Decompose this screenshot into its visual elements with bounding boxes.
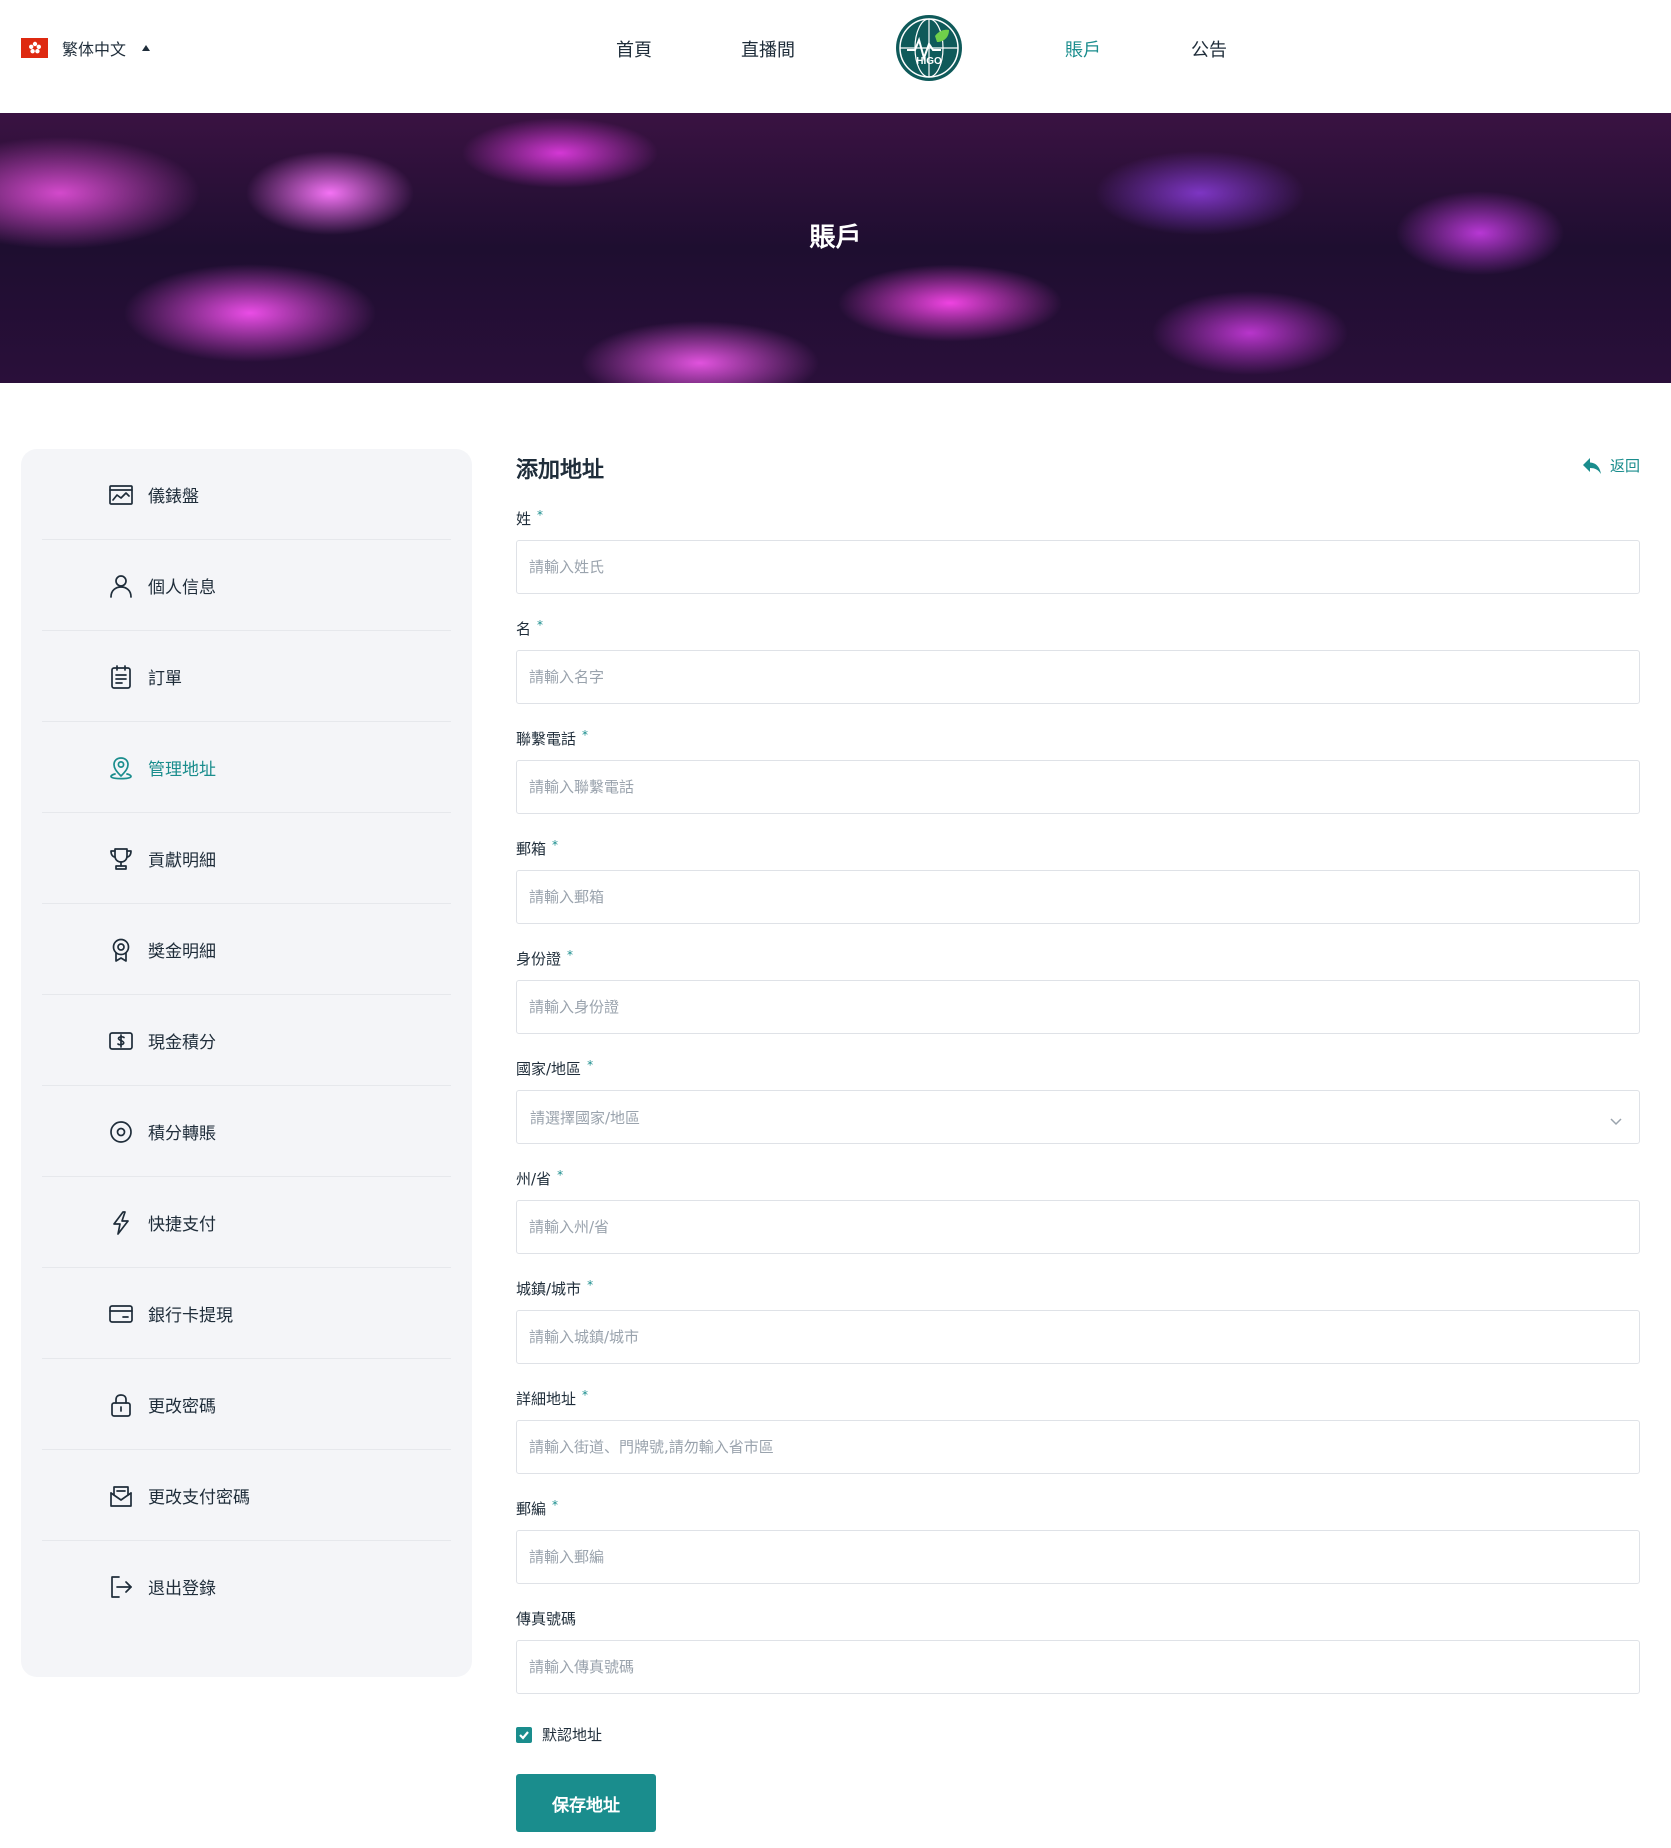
required-mark: * (587, 1058, 594, 1072)
user-icon (108, 573, 134, 599)
checkmark-icon (516, 1726, 532, 1743)
sidebar-item-label: 現金積分 (148, 1032, 216, 1053)
required-mark: * (587, 1278, 594, 1292)
reply-arrow-icon (1583, 457, 1601, 474)
caret-up-icon (142, 45, 151, 51)
sidebar-item-change-password[interactable]: 更改密碼 (42, 1359, 451, 1450)
sidebar-item-label: 更改密碼 (148, 1396, 216, 1417)
chevron-down-icon (1609, 1111, 1623, 1126)
language-selector[interactable]: 繁体中文 (21, 36, 151, 60)
sidebar-item-label: 獎金明細 (148, 941, 216, 962)
language-label: 繁体中文 (62, 40, 127, 59)
id-card-label: 身份證 * (516, 948, 574, 968)
sidebar-item-profile[interactable]: 個人信息 (42, 540, 451, 631)
sidebar-item-label: 管理地址 (148, 759, 216, 780)
clipboard-icon (108, 664, 134, 690)
nav-live-room[interactable]: 直播間 (741, 36, 795, 62)
required-mark: * (552, 1498, 559, 1512)
lock-icon (108, 1392, 134, 1418)
postcode-label: 郵編 * (516, 1498, 559, 1518)
country-select[interactable]: 請選擇國家/地區 (516, 1090, 1640, 1144)
surname-label: 姓 * (516, 508, 544, 528)
top-navigation-bar: 繁体中文 首頁 直播間 HIGO 賬戶 公告 (0, 0, 1671, 113)
postcode-input[interactable] (516, 1530, 1640, 1584)
sidebar-item-points-transfer[interactable]: 積分轉賬 (42, 1086, 451, 1177)
sidebar-item-label: 銀行卡提現 (148, 1305, 233, 1326)
fax-input[interactable] (516, 1640, 1640, 1694)
nav-account[interactable]: 賬戶 (1065, 36, 1101, 62)
sidebar-item-label: 積分轉賬 (148, 1123, 216, 1144)
required-mark: * (582, 728, 589, 742)
country-label: 國家/地區 * (516, 1058, 594, 1078)
hong-kong-flag-icon (21, 38, 48, 58)
required-mark: * (537, 508, 544, 522)
trophy-icon (108, 846, 134, 872)
phone-label: 聯繫電話 * (516, 728, 589, 748)
given-name-label: 名 * (516, 618, 544, 638)
save-address-button[interactable]: 保存地址 (516, 1774, 656, 1832)
banner-title: 賬戶 (809, 223, 862, 253)
country-select-placeholder: 請選擇國家/地區 (530, 1109, 641, 1127)
logout-icon (108, 1574, 134, 1600)
account-sidebar: 儀錶盤 個人信息 訂單 管理地址 貢獻明細 獎金明細 現金積分 積分轉賬 快捷支… (21, 449, 472, 1677)
sidebar-item-change-payment-password[interactable]: 更改支付密碼 (42, 1450, 451, 1541)
envelope-icon (108, 1483, 134, 1509)
required-mark: * (582, 1388, 589, 1402)
lightning-icon (108, 1210, 134, 1236)
medal-icon (108, 937, 134, 963)
required-mark: * (552, 838, 559, 852)
surname-input[interactable] (516, 540, 1640, 594)
address-input[interactable] (516, 1420, 1640, 1474)
sidebar-item-label: 貢獻明細 (148, 850, 216, 871)
sidebar-item-contribution[interactable]: 貢獻明細 (42, 813, 451, 904)
required-mark: * (537, 618, 544, 632)
given-name-input[interactable] (516, 650, 1640, 704)
dashboard-icon (108, 482, 134, 508)
sidebar-item-label: 訂單 (148, 668, 182, 689)
sidebar-item-label: 儀錶盤 (148, 486, 199, 507)
sidebar-item-label: 個人信息 (148, 577, 216, 598)
sidebar-item-bank-withdrawal[interactable]: 銀行卡提現 (42, 1268, 451, 1359)
sidebar-item-label: 更改支付密碼 (148, 1487, 250, 1508)
page-banner: 賬戶 (0, 113, 1671, 383)
default-address-label: 默認地址 (542, 1726, 603, 1744)
higo-logo[interactable]: HIGO (895, 14, 963, 82)
coin-icon (108, 1119, 134, 1145)
sidebar-item-manage-address[interactable]: 管理地址 (42, 722, 451, 813)
state-input[interactable] (516, 1200, 1640, 1254)
required-mark: * (557, 1168, 564, 1182)
city-input[interactable] (516, 1310, 1640, 1364)
phone-input[interactable] (516, 760, 1640, 814)
form-title: 添加地址 (516, 458, 605, 483)
back-label: 返回 (1610, 457, 1641, 475)
state-label: 州/省 * (516, 1168, 564, 1188)
sidebar-item-quick-pay[interactable]: 快捷支付 (42, 1177, 451, 1268)
sidebar-item-logout[interactable]: 退出登錄 (42, 1541, 451, 1632)
sidebar-item-orders[interactable]: 訂單 (42, 631, 451, 722)
dollar-icon (108, 1028, 134, 1054)
sidebar-item-cash-points[interactable]: 現金積分 (42, 995, 451, 1086)
location-pin-icon (108, 755, 134, 781)
required-mark: * (567, 948, 574, 962)
sidebar-item-label: 快捷支付 (148, 1214, 216, 1235)
email-input[interactable] (516, 870, 1640, 924)
default-address-checkbox[interactable]: 默認地址 (516, 1724, 602, 1745)
sidebar-item-dashboard[interactable]: 儀錶盤 (42, 449, 451, 540)
city-label: 城鎮/城市 * (516, 1278, 594, 1298)
back-button[interactable]: 返回 (1582, 455, 1640, 476)
address-label: 詳細地址 * (516, 1388, 589, 1408)
nav-home[interactable]: 首頁 (616, 36, 652, 62)
sidebar-item-bonus[interactable]: 獎金明細 (42, 904, 451, 995)
sidebar-item-label: 退出登錄 (148, 1579, 216, 1599)
card-icon (108, 1301, 134, 1327)
nav-announcements[interactable]: 公告 (1191, 36, 1227, 62)
svg-text:HIGO: HIGO (916, 56, 942, 67)
id-card-input[interactable] (516, 980, 1640, 1034)
email-label: 郵箱 * (516, 838, 559, 858)
fax-label: 傳真號碼 (516, 1610, 577, 1628)
